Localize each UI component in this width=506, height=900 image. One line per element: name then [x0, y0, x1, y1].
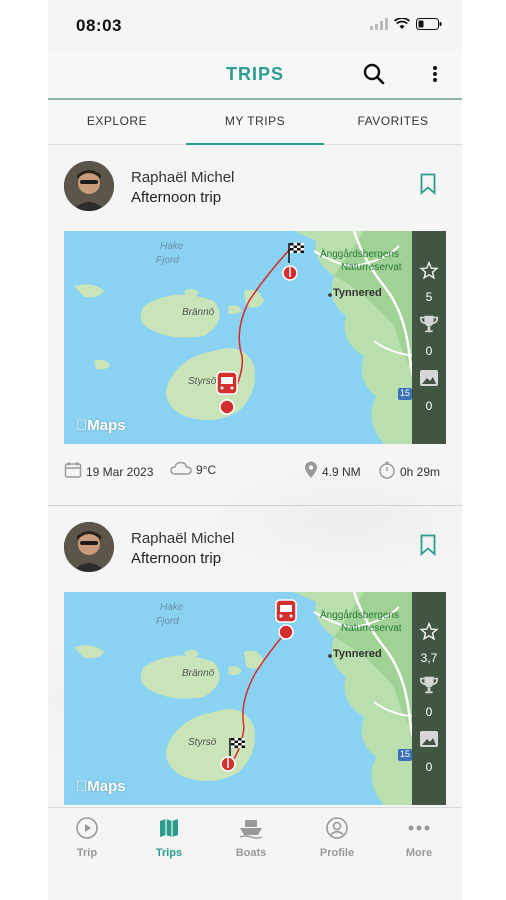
app-screen: 08:03 TRIPS EXPLORE MY TRIPS FAVORITES R…	[48, 0, 462, 900]
trip-temperature: 9°C	[196, 462, 217, 477]
map-label: Hake	[160, 602, 184, 613]
nav-label: Profile	[319, 847, 355, 859]
trip-user-name: Raphaël Michel	[131, 169, 235, 186]
road-number: 15	[400, 749, 411, 759]
nav-label: More	[405, 847, 433, 859]
map-label: Styrsö	[188, 376, 217, 387]
trophy-icon	[412, 313, 446, 338]
trip-user-name: Raphaël Michel	[131, 530, 235, 547]
rating-value: 3,7	[420, 651, 438, 665]
tab-my-trips[interactable]: MY TRIPS	[186, 100, 324, 145]
location-pin-icon	[304, 461, 318, 482]
wifi-icon	[393, 17, 411, 35]
trip-stats-panel: 5 0 0	[412, 231, 446, 444]
nav-trips[interactable]: Trips	[134, 816, 204, 859]
star-icon	[412, 621, 446, 645]
page-title: TRIPS	[225, 64, 284, 84]
nav-trip[interactable]: Trip	[52, 816, 122, 859]
rating-value: 5	[425, 290, 433, 304]
photos-count: 0	[425, 399, 433, 413]
start-marker-icon	[216, 371, 238, 415]
play-circle-icon	[75, 817, 99, 843]
road-number: 15	[400, 388, 411, 398]
tab-favorites[interactable]: FAVORITES	[324, 100, 462, 144]
map-label: Styrsö	[188, 737, 217, 748]
trip-map[interactable]: Hake Fjord Brännö Styrsö Tynnered Änggår…	[64, 231, 446, 444]
trophies-count: 0	[425, 705, 433, 719]
bottom-tab-bar: Trip Trips Boats Profile More	[48, 807, 462, 900]
trips-tabs: EXPLORE MY TRIPS FAVORITES	[48, 100, 462, 145]
start-marker-icon	[275, 599, 297, 640]
map-label: Fjord	[156, 616, 179, 627]
trip-title: Afternoon trip	[131, 550, 222, 567]
trip-stats-panel: 3,7 0 0	[412, 592, 446, 805]
nav-more[interactable]: More	[384, 816, 454, 859]
tab-explore[interactable]: EXPLORE	[48, 100, 186, 144]
trip-duration: 0h 29m	[400, 464, 441, 479]
more-vertical-icon[interactable]	[432, 65, 438, 88]
star-icon	[412, 260, 446, 284]
signal-icon	[370, 17, 388, 35]
map-label: Hake	[160, 241, 184, 252]
boat-icon	[238, 820, 264, 843]
stopwatch-icon	[378, 461, 396, 482]
nav-label: Boats	[235, 847, 267, 859]
trip-info-bar: 19 Mar 2023 9°C 4.9 NM 0h 29m	[64, 461, 446, 489]
status-time: 08:03	[76, 16, 122, 35]
bookmark-icon[interactable]	[420, 173, 436, 200]
map-label: Brännö	[182, 307, 215, 318]
map-label: Brännö	[182, 668, 215, 679]
avatar[interactable]	[64, 161, 114, 211]
apple-logo-icon: 	[76, 778, 87, 795]
calendar-icon	[64, 461, 82, 482]
map-label: Fjord	[156, 255, 179, 266]
trip-card[interactable]: Raphaël Michel Afternoon trip Hake Fjord…	[48, 505, 462, 808]
map-label: Änggårdsbergens	[320, 249, 399, 260]
nav-label: Trips	[155, 847, 183, 859]
nav-profile[interactable]: Profile	[302, 816, 372, 859]
photos-count: 0	[425, 760, 433, 774]
apple-maps-logo: Maps	[76, 417, 126, 434]
map-label: Naturreservat	[341, 623, 402, 634]
battery-icon	[416, 17, 442, 35]
more-dots-icon	[406, 825, 432, 843]
photo-icon	[412, 730, 446, 751]
map-icon	[157, 819, 181, 843]
map-label: Änggårdsbergens	[320, 610, 399, 621]
search-icon[interactable]	[362, 62, 386, 91]
cloud-icon	[170, 461, 192, 478]
map-label: Tynnered	[333, 648, 382, 660]
trip-distance: 4.9 NM	[322, 464, 361, 479]
apple-maps-logo: Maps	[76, 778, 126, 795]
trip-title: Afternoon trip	[131, 189, 222, 206]
trip-card[interactable]: Raphaël Michel Afternoon trip Hake Fjord…	[48, 145, 462, 505]
nav-label: Trip	[76, 847, 98, 859]
trophies-count: 0	[425, 344, 433, 358]
app-header: TRIPS	[48, 52, 462, 100]
trip-map[interactable]: Hake Fjord Brännö Styrsö Tynnered Änggår…	[64, 592, 446, 805]
trophy-icon	[412, 674, 446, 699]
map-label: Naturreservat	[341, 262, 402, 273]
apple-logo-icon: 	[76, 417, 87, 434]
bookmark-icon[interactable]	[420, 534, 436, 561]
avatar[interactable]	[64, 522, 114, 572]
profile-icon	[325, 817, 349, 843]
trips-feed[interactable]: Raphaël Michel Afternoon trip Hake Fjord…	[48, 145, 462, 808]
nav-boats[interactable]: Boats	[216, 816, 286, 859]
trip-date: 19 Mar 2023	[86, 464, 154, 479]
photo-icon	[412, 369, 446, 390]
map-label: Tynnered	[333, 287, 382, 299]
status-bar: 08:03	[48, 0, 462, 52]
